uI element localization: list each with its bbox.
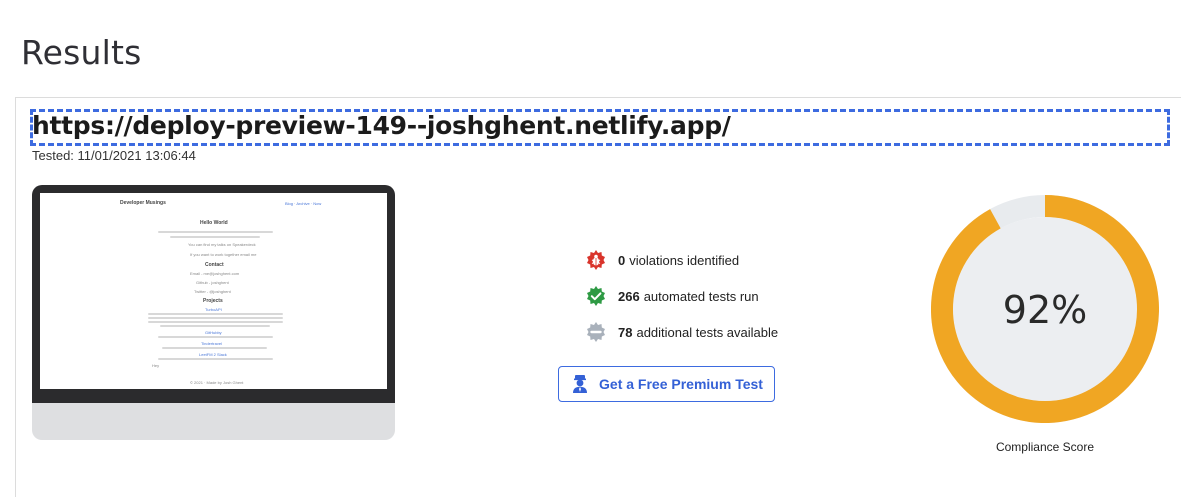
thumb-project: GitHubby [205,330,222,335]
thumb-project: TurboAPI [205,307,222,312]
compliance-score-gauge: 92% [931,195,1159,423]
thumb-project-line [162,347,267,349]
thumb-hey: Hey [152,363,160,368]
violations-label: violations identified [629,252,740,268]
thumb-intro-line [170,236,260,238]
automated-tests-count: 266 [618,288,640,304]
violations-count: 0 [618,252,626,268]
thumb-project-line [160,325,270,327]
additional-tests-stat: 78 additional tests available [585,321,778,343]
bug-icon [585,249,607,271]
additional-tests-label: additional tests available [636,324,779,340]
thumb-nav: Blog · Archive · Now [285,201,322,206]
compliance-score-label: Compliance Score [995,440,1095,454]
monitor-chin [32,403,395,440]
thumb-contact-email: Email - me@joshghent.com [190,271,240,276]
automated-tests-stat: 266 automated tests run [585,285,759,307]
get-premium-test-label: Get a Free Premium Test [599,376,763,392]
page-title: Results [21,33,142,72]
automated-tests-label: automated tests run [643,288,759,304]
thumb-work: If you want to work together email me [190,252,257,257]
thumb-projects-heading: Projects [203,298,223,304]
thumb-project: LeetFM 2 Slack [199,352,227,357]
get-premium-test-button[interactable]: Get a Free Premium Test [558,366,775,402]
thumb-project: Tindertravel [201,341,222,346]
agent-icon [570,374,590,394]
thumb-footer: © 2021 · Made by Josh Ghent [190,380,244,385]
minus-badge-icon [585,321,607,343]
tested-url[interactable]: https://deploy-preview-149--joshghent.ne… [32,111,731,140]
thumb-project-line [148,321,283,323]
monitor-bezel: Developer Musings Blog · Archive · Now H… [32,185,395,403]
violations-stat: 0 violations identified [585,249,739,271]
thumb-intro-line [158,231,273,233]
thumb-contact-github: Github - joshghent [196,280,229,285]
thumb-heading: Hello World [200,220,228,226]
tested-timestamp: Tested: 11/01/2021 13:06:44 [32,148,196,163]
thumb-contact-heading: Contact [205,262,224,268]
thumb-project-line [158,336,273,338]
check-badge-icon [585,285,607,307]
compliance-score-value: 92% [1003,288,1087,332]
site-screenshot: Developer Musings Blog · Archive · Now H… [40,193,387,389]
thumb-project-line [148,317,283,319]
thumb-talks: You can find my talks on Speakerdeck [188,242,256,247]
site-screenshot-monitor: Developer Musings Blog · Archive · Now H… [32,185,395,440]
thumb-contact-twitter: Twitter - @joshghent [194,289,231,294]
additional-tests-count: 78 [618,324,633,340]
thumb-project-line [158,358,273,360]
thumb-project-line [148,313,283,315]
thumb-site-name: Developer Musings [120,200,166,206]
